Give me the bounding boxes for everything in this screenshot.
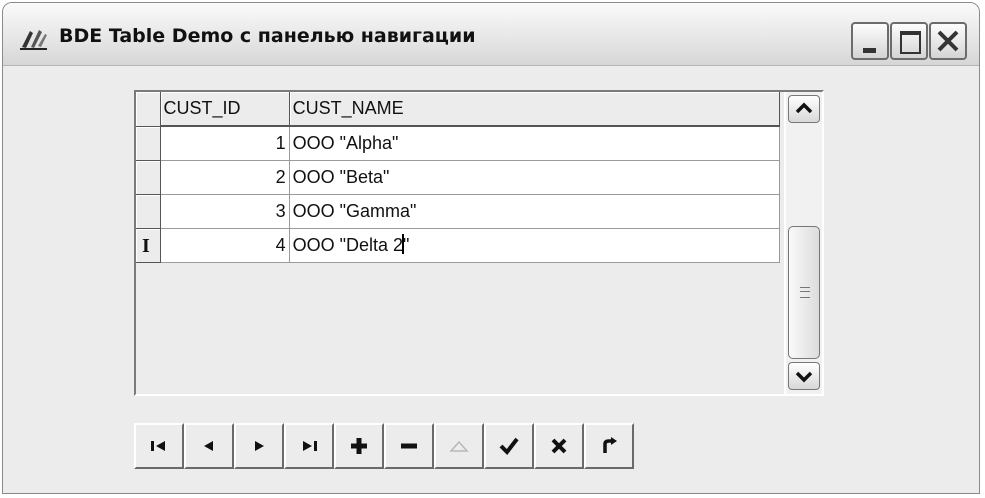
maximize-button[interactable] [890, 22, 928, 60]
cancel-x-icon [551, 438, 567, 454]
app-icon [20, 30, 47, 50]
chevron-down-icon [795, 371, 813, 383]
refresh-data-button[interactable] [584, 423, 634, 469]
column-header-cust-name[interactable]: CUST_NAME [289, 92, 781, 127]
cell-cust-id[interactable]: 2 [160, 160, 290, 195]
edit-triangle-icon [449, 440, 469, 452]
grid-viewport: CUST_ID CUST_NAME 1 OOO "Alpha" 2 OOO "B… [136, 92, 784, 394]
plus-icon [351, 438, 367, 454]
column-header-cust-id[interactable]: CUST_ID [160, 92, 290, 127]
table-row[interactable]: 3 OOO "Gamma" [136, 194, 781, 229]
insert-record-button[interactable] [334, 423, 384, 469]
row-indicator[interactable] [136, 160, 161, 195]
edit-record-button[interactable] [434, 423, 484, 469]
next-record-button[interactable] [234, 423, 284, 469]
grid-table: CUST_ID CUST_NAME 1 OOO "Alpha" 2 OOO "B… [136, 92, 781, 263]
db-navigator [134, 423, 634, 469]
prior-record-button[interactable] [184, 423, 234, 469]
close-icon [937, 30, 959, 52]
header-indicator-cell [136, 92, 161, 127]
grip-icon [800, 287, 810, 298]
scroll-up-button[interactable] [788, 95, 820, 123]
cell-cust-name[interactable]: OOO "Alpha" [289, 126, 781, 161]
row-indicator[interactable] [136, 126, 161, 161]
cell-cust-name[interactable]: OOO "Beta" [289, 160, 781, 195]
editor-text-before-caret: OOO "Delta 2 [292, 235, 404, 255]
cell-cust-id[interactable]: 3 [160, 194, 290, 229]
cancel-edit-button[interactable] [534, 423, 584, 469]
row-indicator[interactable]: I [136, 228, 161, 263]
next-record-icon [255, 441, 264, 451]
cell-cust-id[interactable]: 4 [160, 228, 290, 263]
delete-record-button[interactable] [384, 423, 434, 469]
prior-record-icon [204, 441, 213, 451]
minus-icon [401, 443, 417, 449]
db-grid[interactable]: CUST_ID CUST_NAME 1 OOO "Alpha" 2 OOO "B… [134, 90, 824, 396]
row-indicator[interactable] [136, 194, 161, 229]
scroll-down-button[interactable] [788, 362, 820, 390]
first-record-button[interactable] [134, 423, 184, 469]
close-button[interactable] [929, 22, 967, 60]
window-title: BDE Table Demo с панелью навигации [59, 25, 476, 47]
table-row[interactable]: 2 OOO "Beta" [136, 160, 781, 195]
first-record-icon [151, 441, 165, 451]
vertical-scrollbar[interactable] [786, 92, 822, 394]
header-row: CUST_ID CUST_NAME [136, 92, 781, 127]
cell-cust-name-editor[interactable]: OOO "Delta 2" [289, 228, 781, 263]
last-record-button[interactable] [284, 423, 334, 469]
chevron-up-icon [795, 102, 813, 114]
cell-cust-name[interactable]: OOO "Gamma" [289, 194, 781, 229]
app-window: BDE Table Demo с панелью навигации CUST_… [2, 2, 980, 494]
editor-text-after-caret: " [403, 235, 410, 255]
table-row-editing[interactable]: I 4 OOO "Delta 2" [136, 228, 781, 263]
edit-indicator-icon: I [142, 234, 150, 257]
post-record-button[interactable] [484, 423, 534, 469]
checkmark-icon [499, 437, 519, 456]
last-record-icon [303, 441, 317, 451]
cell-cust-id[interactable]: 1 [160, 126, 290, 161]
refresh-icon [603, 437, 617, 453]
minimize-button[interactable] [851, 22, 889, 60]
title-bar[interactable]: BDE Table Demo с панелью навигации [3, 3, 979, 66]
table-row[interactable]: 1 OOO "Alpha" [136, 126, 781, 161]
scroll-thumb[interactable] [788, 226, 820, 359]
